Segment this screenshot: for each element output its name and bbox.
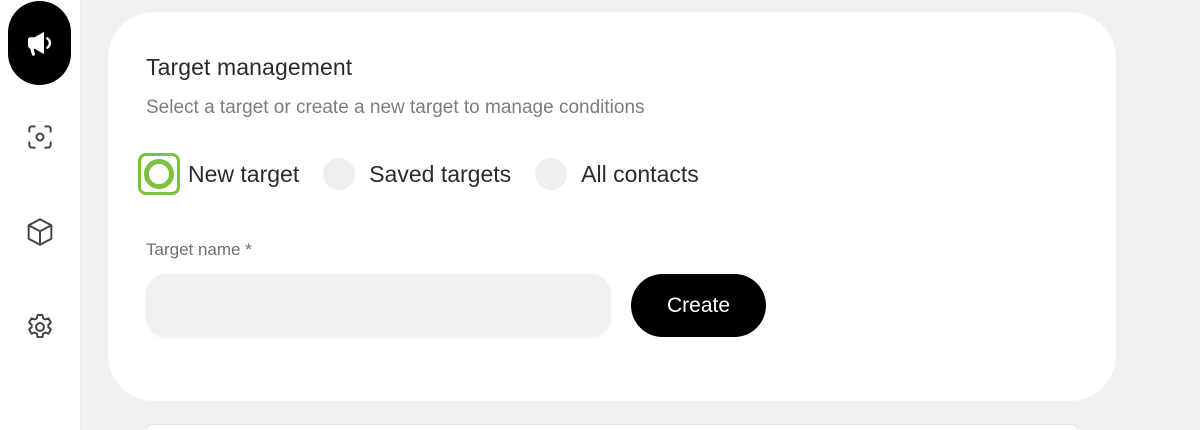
megaphone-icon [24,27,56,59]
target-name-input[interactable] [146,274,611,336]
scan-icon [24,121,56,153]
cube-icon [23,215,57,249]
create-button[interactable]: Create [631,274,766,337]
radio-all-contacts[interactable]: All contacts [535,158,699,190]
sidebar [0,0,81,430]
sidebar-item-products[interactable] [8,200,71,263]
focus-ring [138,153,180,195]
radio-button[interactable] [535,158,568,190]
radio-saved-targets[interactable]: Saved targets [323,158,511,190]
target-type-radio-group: New target Saved targets All contacts [138,152,723,196]
radio-label-all-contacts: All contacts [581,160,699,187]
card-title: Target management [146,54,353,80]
target-name-label: Target name * [146,240,252,259]
card-subtitle: Select a target or create a new target t… [146,97,645,118]
radio-button[interactable] [323,158,356,190]
radio-label-saved-targets: Saved targets [369,160,512,187]
app-root: Target management Select a target or cre… [0,0,1200,430]
target-management-card: Target management Select a target or cre… [108,12,1116,401]
radio-button-selected[interactable] [144,159,174,189]
sidebar-item-campaigns[interactable] [8,1,71,85]
radio-new-target[interactable]: New target [138,153,299,195]
secondary-card [146,424,1078,430]
sidebar-item-settings[interactable] [8,295,71,358]
radio-label-new-target: New target [188,160,300,187]
sidebar-item-scan[interactable] [8,105,71,168]
gear-icon [23,310,57,344]
